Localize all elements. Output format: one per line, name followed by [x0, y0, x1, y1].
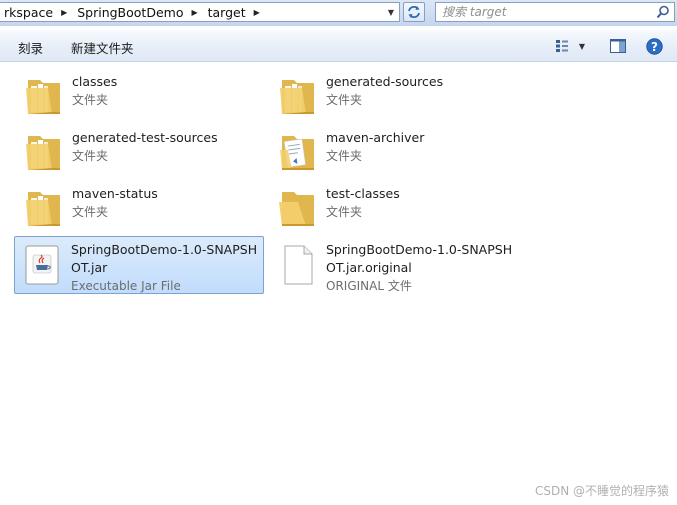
file-name: generated-sources	[326, 74, 444, 89]
file-item-springbootdemo-jar-original[interactable]: SpringBootDemo-1.0-SNAPSHOT.jar.original…	[269, 236, 519, 294]
watermark: CSDN @不睡觉的程序猿	[534, 484, 669, 498]
file-type: 文件夹	[326, 205, 363, 219]
file-item-classes[interactable]: classes 文件夹	[15, 68, 263, 122]
file-name: SpringBootDemo-1.0-SNAPSHOT.jar	[71, 242, 258, 275]
chevron-right-icon[interactable]: ▶	[187, 8, 203, 17]
file-type: ORIGINAL 文件	[326, 279, 412, 293]
file-name: SpringBootDemo-1.0-SNAPSHOT.jar.original	[326, 242, 513, 275]
folder-document-icon	[280, 136, 314, 170]
file-type: 文件夹	[72, 149, 109, 163]
file-item-generated-sources[interactable]: generated-sources 文件夹	[269, 68, 517, 122]
file-name: test-classes	[326, 186, 400, 201]
blank-file-icon	[284, 245, 313, 285]
chevron-right-icon[interactable]: ▶	[57, 8, 73, 17]
address-bar[interactable]: rkspace ▶ SpringBootDemo ▶ target ▶ ▼	[0, 2, 400, 22]
file-type: 文件夹	[326, 149, 363, 163]
file-type: 文件夹	[72, 93, 109, 107]
file-name: maven-status	[72, 186, 158, 201]
file-type: 文件夹	[72, 205, 109, 219]
preview-pane-button[interactable]	[607, 36, 629, 56]
file-item-springbootdemo-jar[interactable]: SpringBootDemo-1.0-SNAPSHOT.jar Executab…	[14, 236, 264, 294]
svg-text:?: ?	[651, 40, 658, 54]
preview-pane-icon	[610, 39, 626, 53]
file-item-maven-status[interactable]: maven-status 文件夹	[15, 180, 263, 234]
address-dropdown-icon[interactable]: ▼	[385, 3, 397, 21]
search-input[interactable]	[442, 4, 642, 20]
command-bar: 刻录 新建文件夹 ▼ ?	[0, 30, 677, 62]
help-button[interactable]: ?	[644, 36, 664, 56]
help-icon: ?	[645, 37, 663, 55]
refresh-button[interactable]	[403, 2, 425, 22]
views-button[interactable]: ▼	[553, 36, 587, 56]
folder-icon	[26, 192, 60, 226]
folder-icon	[26, 136, 60, 170]
breadcrumb-target[interactable]: target	[204, 5, 250, 20]
search-icon[interactable]	[656, 5, 670, 19]
java-jar-icon	[25, 245, 59, 285]
file-item-test-classes[interactable]: test-classes 文件夹	[269, 180, 517, 234]
file-name: generated-test-sources	[72, 130, 218, 145]
file-item-maven-archiver[interactable]: maven-archiver 文件夹	[269, 124, 517, 178]
chevron-right-icon[interactable]: ▶	[250, 8, 266, 17]
refresh-icon	[408, 6, 420, 18]
file-name: classes	[72, 74, 118, 89]
file-item-generated-test-sources[interactable]: generated-test-sources 文件夹	[15, 124, 263, 178]
empty-folder-icon	[279, 192, 314, 226]
file-type: Executable Jar File	[71, 279, 181, 293]
file-name: maven-archiver	[326, 130, 425, 145]
file-type: 文件夹	[326, 93, 363, 107]
breadcrumb-workspace[interactable]: rkspace	[0, 5, 57, 20]
address-toolbar: rkspace ▶ SpringBootDemo ▶ target ▶ ▼	[0, 0, 677, 26]
search-box[interactable]	[435, 2, 675, 22]
breadcrumb-springbootdemo[interactable]: SpringBootDemo	[73, 5, 187, 20]
folder-icon	[26, 80, 60, 114]
file-list: classes 文件夹 generated-sources 文件夹 genera…	[0, 62, 677, 505]
burn-button[interactable]: 刻录	[18, 38, 43, 57]
new-folder-button[interactable]: 新建文件夹	[71, 38, 134, 57]
views-icon	[555, 40, 568, 52]
chevron-down-icon[interactable]: ▼	[579, 42, 585, 51]
folder-icon	[280, 80, 314, 114]
